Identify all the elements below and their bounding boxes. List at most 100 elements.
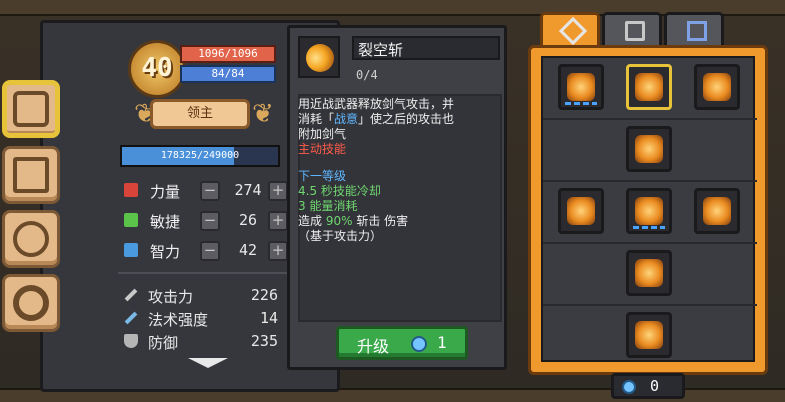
- skill-point-icon: [622, 380, 636, 394]
- tab-pets[interactable]: [2, 210, 60, 268]
- sword-icon: [124, 288, 138, 302]
- increase-button[interactable]: +: [268, 241, 288, 261]
- skill-tree-grid: [541, 56, 757, 362]
- skill-sword-strike[interactable]: [558, 64, 604, 110]
- tab-inventory[interactable]: [2, 146, 60, 204]
- laurel-right-icon: ❦: [252, 99, 274, 129]
- stat-value: 226: [250, 286, 278, 304]
- skill-name-box: 裂空斩: [352, 36, 500, 60]
- fist-icon: [124, 183, 138, 197]
- hp-bar: 1096/1096: [180, 45, 276, 63]
- paw-icon: [13, 221, 49, 257]
- tab-tree-sword[interactable]: [540, 12, 600, 48]
- skill-rank-pips: [633, 226, 665, 229]
- skill-blade-dash[interactable]: [626, 126, 672, 172]
- book-icon: [13, 91, 49, 127]
- wand-icon: [124, 311, 138, 325]
- desc-line: 附加剑气: [298, 127, 347, 141]
- decrease-button[interactable]: −: [200, 181, 220, 201]
- hp-text: 1096/1096: [198, 47, 258, 60]
- tab-settings[interactable]: [2, 274, 60, 332]
- attr-value: 274: [234, 181, 262, 199]
- next-damage-pct: 90%: [325, 214, 353, 228]
- chest-icon: [13, 157, 49, 193]
- decrease-button[interactable]: −: [200, 241, 220, 261]
- stat-label: 法术强度: [148, 311, 209, 329]
- mp-text: 84/84: [211, 67, 245, 80]
- tab-skills-book[interactable]: [2, 80, 60, 138]
- skill-dark-aura[interactable]: [558, 188, 604, 234]
- skill-level: 0/4: [356, 68, 378, 82]
- skill-type: 主动技能: [298, 142, 347, 156]
- skill-point-counter: 0: [611, 373, 685, 399]
- shield-icon: [124, 334, 138, 348]
- row-divider: [543, 180, 757, 182]
- skill-rage-burst[interactable]: [626, 312, 672, 358]
- desc-line-a: 消耗「: [298, 112, 335, 126]
- attr-label: 敏捷: [150, 213, 181, 231]
- upgrade-cost: 1: [437, 333, 447, 352]
- next-damage: 造成 90% 斩击 伤害: [298, 214, 504, 229]
- title-banner: 领主: [150, 99, 250, 129]
- attr-value: 26: [238, 211, 258, 229]
- divider: [118, 272, 288, 274]
- exp-bar: 178325/249000: [120, 145, 280, 167]
- door-icon: [687, 21, 707, 41]
- skill-point-amount: 0: [650, 377, 660, 395]
- next-cooldown: 4.5 秒技能冷却: [298, 184, 381, 198]
- skill-shield-guard[interactable]: [694, 188, 740, 234]
- attr-row-intellect: 智力 − 42 +: [118, 238, 288, 264]
- next-damage-a: 造成: [298, 214, 326, 228]
- exp-text: 178325/249000: [160, 150, 240, 161]
- desc-line: 消耗「战意」使之后的攻击也: [298, 112, 504, 127]
- attr-label: 力量: [150, 183, 181, 201]
- next-damage-c: 斩击 伤害: [352, 214, 409, 228]
- skill-heal-plus[interactable]: [694, 64, 740, 110]
- mp-bar: 84/84: [180, 65, 276, 83]
- next-damage-note: （基于攻击力）: [298, 229, 383, 243]
- row-divider: [543, 118, 757, 120]
- skill-description: 用近战武器释放剑气攻击，并 消耗「战意」使之后的攻击也 附加剑气 主动技能 下一…: [298, 97, 504, 244]
- row-divider: [543, 242, 757, 244]
- upgrade-button[interactable]: 升级 1: [336, 326, 468, 360]
- stat-label: 防御: [148, 334, 179, 352]
- skill-tooltip: 裂空斩 0/4 用近战武器释放剑气攻击，并 消耗「战意」使之后的攻击也 附加剑气…: [287, 25, 507, 370]
- attr-row-strength: 力量 − 274 +: [118, 178, 288, 204]
- stat-label: 攻击力: [148, 288, 194, 306]
- desc-line: 用近战武器释放剑气攻击，并: [298, 97, 455, 111]
- skill-point-icon: [411, 336, 427, 352]
- skill-tree-panel: [528, 45, 768, 375]
- skill-name: 裂空斩: [358, 41, 404, 59]
- stat-row-defense: 防御 235: [118, 330, 288, 352]
- stat-value: 235: [250, 332, 278, 350]
- upgrade-label: 升级: [357, 337, 390, 356]
- attr-row-agility: 敏捷 − 26 +: [118, 208, 288, 234]
- desc-line-c: 」使之后的攻击也: [358, 112, 455, 126]
- skill-ground-slam[interactable]: [626, 188, 672, 234]
- skill-rank-pips: [565, 102, 597, 105]
- stat-row-spell-power: 法术强度 14: [118, 307, 288, 329]
- feather-icon: [124, 213, 138, 227]
- tab-tree-door[interactable]: [664, 12, 724, 48]
- next-energy: 3 能量消耗: [298, 199, 358, 213]
- increase-button[interactable]: +: [268, 211, 288, 231]
- increase-button[interactable]: +: [268, 181, 288, 201]
- slash-skill-icon: [298, 36, 340, 78]
- stat-row-attack: 攻击力 226: [118, 284, 288, 306]
- sword-icon: [558, 16, 588, 46]
- skill-whirlwind[interactable]: [626, 250, 672, 296]
- stat-value: 14: [259, 309, 278, 327]
- castle-icon: [625, 21, 645, 41]
- decrease-button[interactable]: −: [200, 211, 220, 231]
- wheel-icon: [13, 285, 49, 321]
- tab-tree-castle[interactable]: [602, 12, 662, 48]
- scroll-down-icon[interactable]: [188, 358, 228, 370]
- attr-value: 42: [238, 241, 258, 259]
- skill-sky-slash[interactable]: [626, 64, 672, 110]
- level-badge: 40: [128, 40, 186, 98]
- keyword-battle-will: 战意: [334, 112, 359, 126]
- row-divider: [543, 304, 757, 306]
- attr-label: 智力: [150, 243, 181, 261]
- next-level-header: 下一等级: [298, 169, 347, 183]
- tree-tabs: [540, 12, 760, 48]
